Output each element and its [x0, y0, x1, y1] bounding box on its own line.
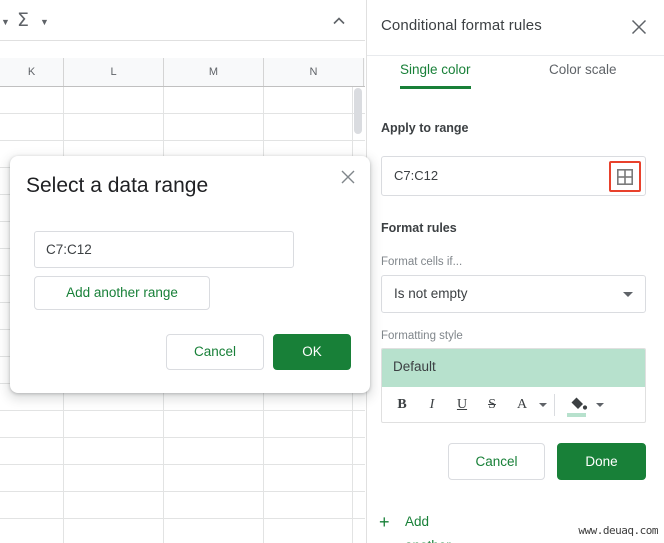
close-icon[interactable]	[628, 16, 650, 38]
add-another-range-button[interactable]: Add another range	[34, 276, 210, 310]
chevron-up-icon[interactable]	[329, 11, 349, 31]
caret-down-icon[interactable]	[596, 403, 604, 407]
watermark: www.deuaq.com	[578, 524, 658, 537]
format-cells-if-label: Format cells if...	[381, 256, 462, 268]
caret-down-icon[interactable]	[539, 403, 547, 407]
caret-down-icon[interactable]: ▼	[40, 18, 49, 27]
toolbar-divider	[554, 394, 555, 416]
panel-done-button[interactable]: Done	[557, 443, 646, 480]
close-icon[interactable]	[338, 167, 358, 187]
dialog-title: Select a data range	[26, 174, 208, 198]
column-header-l[interactable]: L	[64, 58, 164, 86]
panel-cancel-button[interactable]: Cancel	[448, 443, 545, 480]
dialog-range-input[interactable]: C7:C12	[34, 231, 294, 268]
grid-row[interactable]	[0, 492, 365, 519]
bold-button[interactable]: B	[390, 393, 414, 417]
add-another-rule-label: Add another rule	[405, 510, 451, 543]
style-toolbar: B I U S A	[382, 387, 645, 422]
caret-down-icon	[623, 292, 633, 297]
grid-row[interactable]	[0, 114, 365, 141]
condition-dropdown[interactable]: Is not empty	[381, 275, 646, 313]
condition-value: Is not empty	[394, 286, 468, 301]
text-color-icon[interactable]: A	[510, 393, 534, 417]
format-rules-label: Format rules	[381, 221, 457, 235]
plus-icon: +	[379, 510, 390, 534]
vertical-scrollbar-thumb[interactable]	[354, 88, 362, 134]
grid-row[interactable]	[0, 438, 365, 465]
underline-button[interactable]: U	[450, 393, 474, 417]
fill-color-swatch	[567, 413, 586, 417]
grid-row[interactable]	[0, 519, 365, 543]
formatting-style-label: Formatting style	[381, 330, 463, 342]
caret-down-icon[interactable]: ▼	[1, 18, 10, 27]
panel-title: Conditional format rules	[381, 17, 542, 34]
sigma-icon[interactable]: Σ	[17, 8, 29, 32]
grid-select-icon	[617, 169, 633, 185]
conditional-format-panel: Conditional format rules Single color Co…	[366, 0, 664, 543]
spreadsheet-toolbar: ▼ Σ ▼	[0, 0, 365, 41]
panel-tabs: Single color Color scale	[367, 62, 664, 98]
column-header-row: K L M N	[0, 58, 365, 87]
formula-bar-strip	[0, 41, 365, 59]
tab-single-color[interactable]: Single color	[400, 62, 471, 89]
panel-header: Conditional format rules	[367, 0, 664, 56]
grid-row[interactable]	[0, 87, 365, 114]
tab-color-scale[interactable]: Color scale	[549, 62, 617, 86]
range-picker-button[interactable]	[609, 161, 641, 192]
style-preview-text: Default	[393, 359, 436, 374]
style-preview: Default	[382, 349, 645, 387]
apply-to-range-value: C7:C12	[394, 168, 438, 183]
grid-row[interactable]	[0, 411, 365, 438]
column-header-m[interactable]: M	[164, 58, 264, 86]
apply-to-range-label: Apply to range	[381, 121, 469, 135]
italic-button[interactable]: I	[420, 393, 444, 417]
apply-to-range-input[interactable]: C7:C12	[381, 156, 646, 196]
dialog-ok-button[interactable]: OK	[273, 334, 351, 370]
column-header-k[interactable]: K	[0, 58, 64, 86]
formatting-style-box: Default B I U S A	[381, 348, 646, 423]
grid-row[interactable]	[0, 465, 365, 492]
strikethrough-button[interactable]: S	[480, 393, 504, 417]
column-header-n[interactable]: N	[264, 58, 364, 86]
dialog-cancel-button[interactable]: Cancel	[166, 334, 264, 370]
dialog-range-value: C7:C12	[46, 242, 92, 257]
